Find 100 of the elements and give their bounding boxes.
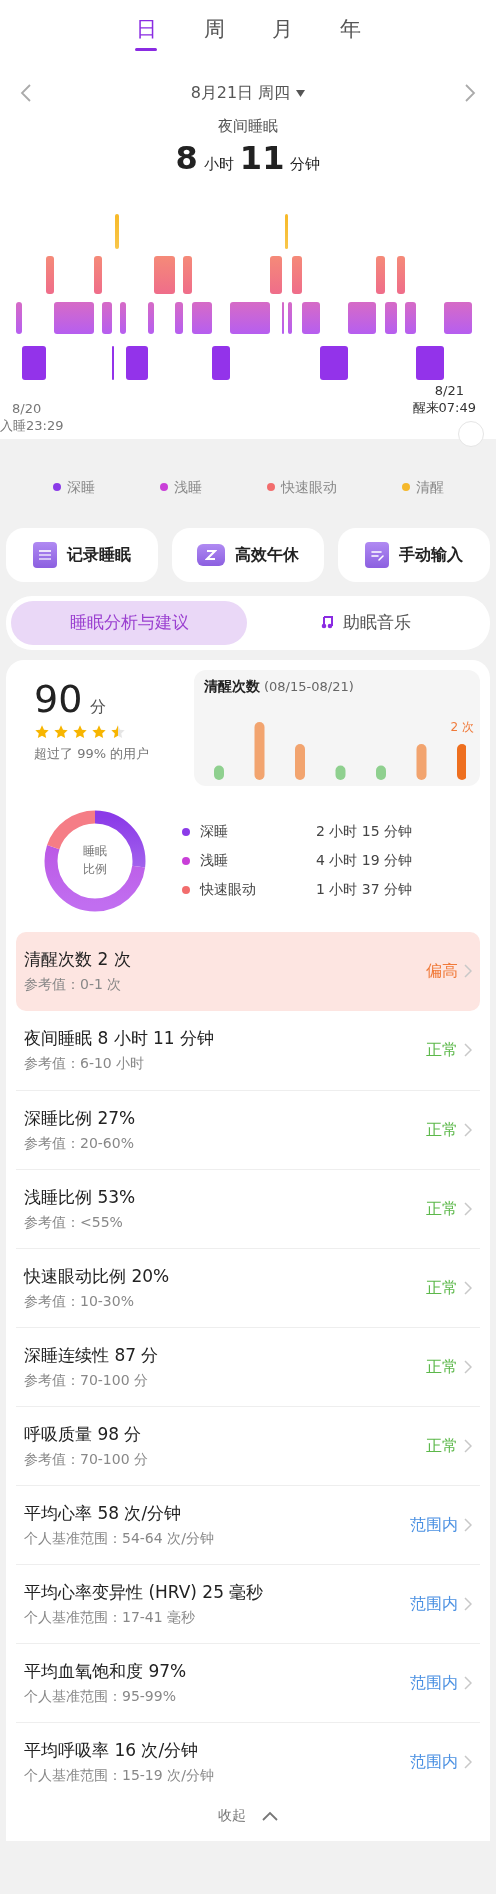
metric-title: 呼吸质量 98 分 (24, 1422, 143, 1446)
metric-title: 平均心率变异性 (HRV) 25 毫秒 (24, 1580, 265, 1604)
date-picker[interactable]: 8月21日 周四 (190, 81, 306, 105)
score-value: 90 (34, 677, 83, 720)
wake-count-label: 2 次 (450, 718, 474, 736)
note-edit-icon (365, 541, 389, 568)
metric-status: 范围内 (410, 1592, 458, 1615)
ratio-value: 4 小时 19 分钟 (316, 851, 413, 870)
metric-title: 深睡比例 27% (24, 1106, 137, 1130)
metric-status: 范围内 (410, 1750, 458, 1773)
metric-status: 正常 (426, 1039, 458, 1061)
chevron-right-icon (464, 1754, 472, 1769)
metric-reference: 参考值：70-100 分 (24, 1449, 150, 1469)
dropdown-caret-icon (296, 89, 306, 97)
donut-center-label: 睡眠比例 (82, 842, 108, 878)
action-button[interactable]: 记录睡眠 (6, 527, 158, 582)
metric-row[interactable]: 平均呼吸率 16 次/分钟 个人基准范围：15-19 次/分钟 范围内 (16, 1721, 480, 1801)
segment-tab[interactable]: 睡眠分析与建议 (11, 600, 247, 645)
metric-status: 正常 (426, 1276, 458, 1299)
metric-row[interactable]: 呼吸质量 98 分 参考值：70-100 分 正常 (16, 1405, 480, 1485)
chevron-right-icon (464, 1596, 472, 1611)
music-note-icon (321, 616, 333, 629)
chevron-right-icon (464, 1280, 472, 1295)
sleep-minutes: 11 (239, 139, 285, 176)
metric-title: 快速眼动比例 20% (24, 1264, 171, 1288)
chevron-left-icon[interactable] (20, 83, 32, 103)
ratio-label: 深睡 (200, 822, 229, 841)
sleep-hours: 8 (175, 139, 198, 176)
wake-count-title: 清醒次数 (204, 676, 260, 696)
legend-label: 清醒 (415, 477, 444, 497)
action-button[interactable]: 高效午休 (172, 527, 324, 582)
pillow-icon (197, 543, 225, 566)
metric-status: 范围内 (410, 1513, 458, 1536)
metric-row[interactable]: 快速眼动比例 20% 参考值：10-30% 正常 (16, 1247, 480, 1327)
metric-reference: 个人基准范围：15-19 次/分钟 (24, 1765, 215, 1785)
chevron-right-icon (464, 1359, 472, 1374)
metric-title: 浅睡比例 53% (24, 1185, 137, 1209)
legend-label: 快速眼动 (280, 477, 337, 497)
metric-status: 范围内 (410, 1671, 458, 1694)
action-button[interactable]: 手动输入 (338, 527, 490, 582)
metric-status: 正常 (426, 1197, 458, 1220)
sleep-start-date: 8/20 (11, 399, 42, 417)
score-rank: 超过了 99% 的用户 (34, 744, 151, 763)
period-tab[interactable]: 日 (132, 14, 160, 51)
metric-row[interactable]: 平均心率 58 次/分钟 个人基准范围：54-64 次/分钟 范围内 (16, 1484, 480, 1564)
metric-title: 平均呼吸率 16 次/分钟 (24, 1738, 200, 1762)
metric-title: 平均血氧饱和度 97% (24, 1659, 188, 1683)
metric-reference: 个人基准范围：17-41 毫秒 (24, 1607, 197, 1627)
sleep-diary-icon (33, 541, 57, 568)
metric-reference: 参考值：20-60% (24, 1133, 135, 1153)
ratio-value: 1 小时 37 分钟 (316, 880, 413, 899)
metric-row[interactable]: 浅睡比例 53% 参考值：<55% 正常 (16, 1168, 480, 1248)
chevron-right-icon (464, 1438, 472, 1453)
metric-status: 正常 (426, 1434, 458, 1457)
metric-status: 偏高 (426, 960, 458, 982)
summary-title: 夜间睡眠 (218, 116, 278, 137)
period-tab[interactable]: 年 (336, 14, 364, 51)
ratio-label: 快速眼动 (200, 880, 257, 899)
wake-count-range: (08/15-08/21) (264, 677, 354, 696)
wake-date: 8/21 (434, 381, 465, 399)
metric-row[interactable]: 深睡连续性 87 分 参考值：70-100 分 正常 (16, 1326, 480, 1406)
metric-title: 夜间睡眠 8 小时 11 分钟 (24, 1027, 216, 1050)
metric-reference: 参考值：10-30% (24, 1291, 135, 1311)
chevron-right-icon (464, 1517, 472, 1532)
chevron-right-icon (464, 1201, 472, 1216)
ratio-label: 浅睡 (200, 851, 229, 870)
chevron-right-icon (464, 1043, 472, 1057)
sleep-start-time: 入睡23:29 (0, 416, 64, 434)
metric-reference: 个人基准范围：95-99% (24, 1686, 177, 1706)
legend-label: 浅睡 (173, 477, 202, 497)
metric-reference: 参考值：6-10 小时 (24, 1054, 146, 1073)
legend-label: 深睡 (66, 477, 95, 497)
chevron-up-icon (262, 1810, 278, 1821)
metric-row[interactable]: 深睡比例 27% 参考值：20-60% 正常 (16, 1089, 480, 1169)
chevron-right-icon (464, 964, 472, 978)
chevron-right-icon (464, 1675, 472, 1690)
metric-row[interactable]: 清醒次数 2 次 参考值：0-1 次 偏高 (16, 931, 480, 1011)
segment-tab[interactable]: 助眠音乐 (247, 600, 485, 645)
chevron-right-icon (464, 1122, 472, 1137)
minutes-unit: 分钟 (290, 153, 321, 175)
metric-status: 正常 (426, 1118, 458, 1141)
metric-title: 清醒次数 2 次 (24, 948, 132, 971)
ratio-value: 2 小时 15 分钟 (316, 822, 413, 841)
score-unit: 分 (90, 695, 107, 718)
period-tab[interactable]: 月 (268, 14, 296, 51)
metric-row[interactable]: 夜间睡眠 8 小时 11 分钟 参考值：6-10 小时 正常 (16, 1010, 480, 1090)
metric-reference: 个人基准范围：54-64 次/分钟 (24, 1528, 215, 1548)
metric-reference: 参考值：<55% (24, 1212, 124, 1232)
metric-title: 平均心率 58 次/分钟 (24, 1501, 183, 1525)
metric-reference: 参考值：70-100 分 (24, 1370, 150, 1390)
collapse-button[interactable]: 收起 (218, 1800, 278, 1831)
period-tab[interactable]: 周 (200, 14, 228, 51)
metric-row[interactable]: 平均心率变异性 (HRV) 25 毫秒 个人基准范围：17-41 毫秒 范围内 (16, 1563, 480, 1643)
hours-unit: 小时 (203, 153, 234, 175)
chevron-right-icon[interactable] (464, 83, 476, 103)
metric-status: 正常 (426, 1355, 458, 1378)
wake-time: 醒来07:49 (412, 398, 476, 416)
metric-row[interactable]: 平均血氧饱和度 97% 个人基准范围：95-99% 范围内 (16, 1642, 480, 1722)
metric-reference: 参考值：0-1 次 (24, 975, 123, 994)
metric-title: 深睡连续性 87 分 (24, 1343, 160, 1367)
